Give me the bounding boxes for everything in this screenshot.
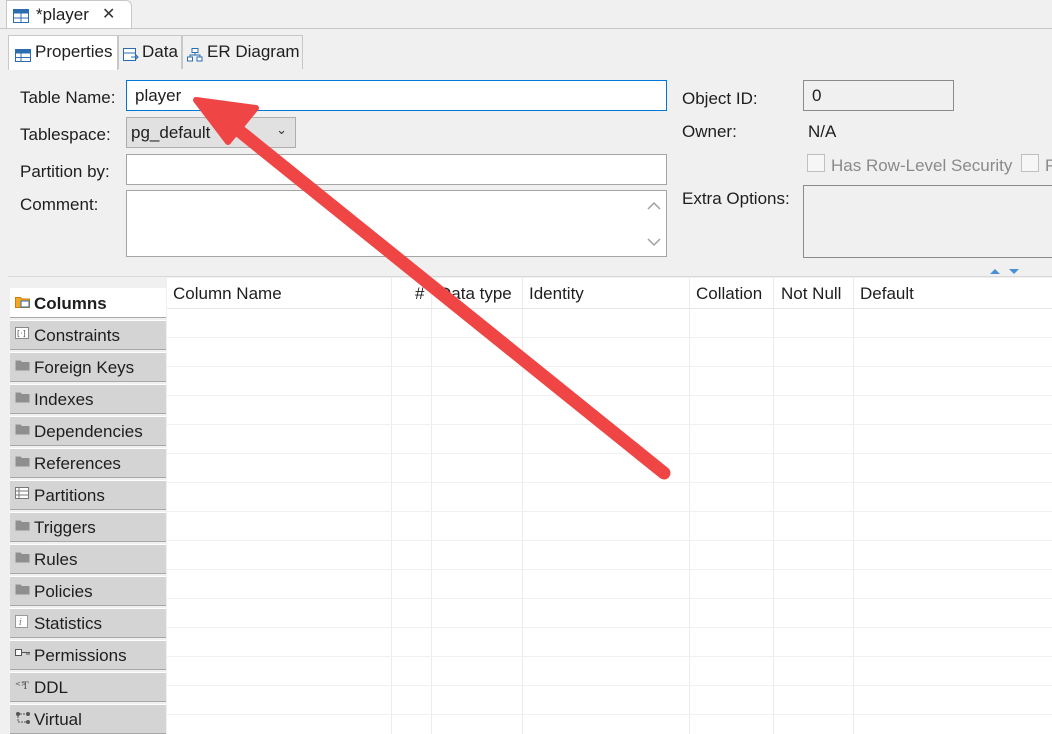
partition-input[interactable] [126,154,667,185]
category-label: Virtual [34,710,82,729]
category-label: Rules [34,550,78,569]
category-list: Columns [·] Constraints Foreign Keys Ind… [8,284,169,734]
category-label: Triggers [34,518,96,537]
extra-checkbox[interactable] [1021,154,1039,172]
category-rules[interactable]: Rules [10,544,166,574]
column-header-data-type[interactable]: Data type [439,284,512,304]
tablespace-select[interactable]: pg_default ⌄ [126,117,296,148]
tab-er-diagram-label: ER Diagram [207,42,300,61]
owner-label: Owner: [682,122,737,141]
extra-checkbox-label: P [1045,156,1052,175]
tab-data[interactable]: Data [118,35,182,69]
form-splitter[interactable] [8,266,1052,277]
virtual-icon [15,710,31,730]
rls-checkbox[interactable] [807,154,825,172]
properties-icon [15,47,31,67]
category-columns[interactable]: Columns [10,288,166,318]
tab-properties[interactable]: Properties [8,35,118,70]
folder-icon [15,358,31,378]
partitions-icon [15,486,31,506]
table-icon [13,8,29,28]
column-header-name[interactable]: Column Name [173,284,282,304]
category-references[interactable]: References [10,448,166,478]
folder-icon [15,390,31,410]
category-label: Columns [34,294,107,313]
editor-subtabs: Properties Data ER Diagram [8,29,1052,71]
category-permissions[interactable]: Permissions [10,640,166,670]
tab-er-diagram[interactable]: ER Diagram [182,35,303,69]
category-ddl[interactable]: <> T DDL [10,672,166,702]
table-name-label: Table Name: [20,88,116,107]
owner-value: N/A [808,122,837,141]
columns-folder-icon [15,294,31,314]
tablespace-value: pg_default [131,123,211,142]
category-label: Permissions [34,646,127,665]
statistics-icon: i [15,614,31,634]
comment-label: Comment: [20,195,99,214]
chevron-down-icon: ⌄ [276,122,287,137]
category-label: Partitions [34,486,105,505]
folder-icon [15,422,31,442]
category-virtual[interactable]: Virtual [10,704,166,734]
category-label: DDL [34,678,69,697]
editor-tab-title: *player [36,5,89,24]
category-label: Dependencies [34,422,143,441]
rls-label: Has Row-Level Security [831,156,1013,175]
object-id-label: Object ID: [682,89,758,108]
tablespace-label: Tablespace: [20,125,111,144]
extra-options-field[interactable] [803,185,1052,258]
columns-table[interactable]: Column Name # Data type Identity Collati… [167,278,1052,734]
category-label: Policies [34,582,93,601]
er-diagram-icon [187,47,203,67]
column-header-number[interactable]: # [415,284,424,304]
comment-textarea[interactable] [126,190,667,257]
category-constraints[interactable]: [·] Constraints [10,320,166,350]
table-name-input[interactable]: player [126,80,667,111]
column-header-default[interactable]: Default [860,284,914,304]
object-id-field: 0 [803,80,954,111]
close-icon[interactable]: ✕ [102,4,115,24]
category-foreign-keys[interactable]: Foreign Keys [10,352,166,382]
column-header-identity[interactable]: Identity [529,284,584,304]
category-partitions[interactable]: Partitions [10,480,166,510]
category-policies[interactable]: Policies [10,576,166,606]
category-indexes[interactable]: Indexes [10,384,166,414]
tab-data-label: Data [142,42,178,61]
editor-tab-player[interactable]: *player ✕ [6,0,132,28]
comment-scrollbar[interactable] [643,192,665,255]
category-label: Foreign Keys [34,358,135,377]
column-header-not-null[interactable]: Not Null [781,284,841,304]
category-label: Constraints [34,326,120,345]
svg-text:T: T [22,681,29,692]
svg-text:[·]: [·] [17,329,26,338]
ddl-icon: <> T [15,678,31,698]
column-header-collation[interactable]: Collation [696,284,762,304]
svg-text:i: i [19,618,22,628]
data-icon [123,47,139,67]
extra-options-label: Extra Options: [682,189,790,208]
category-label: Indexes [34,390,94,409]
key-icon [15,646,31,666]
constraints-icon: [·] [15,326,31,346]
category-statistics[interactable]: i Statistics [10,608,166,638]
folder-icon [15,550,31,570]
category-dependencies[interactable]: Dependencies [10,416,166,446]
folder-icon [15,454,31,474]
category-triggers[interactable]: Triggers [10,512,166,542]
folder-icon [15,518,31,538]
folder-icon [15,582,31,602]
tab-properties-label: Properties [35,42,113,61]
category-label: Statistics [34,614,103,633]
partition-label: Partition by: [20,162,110,181]
editor-tabbar: *player ✕ [0,0,1052,29]
category-label: References [34,454,121,473]
properties-form: Table Name: player Tablespace: pg_defaul… [8,70,1052,266]
